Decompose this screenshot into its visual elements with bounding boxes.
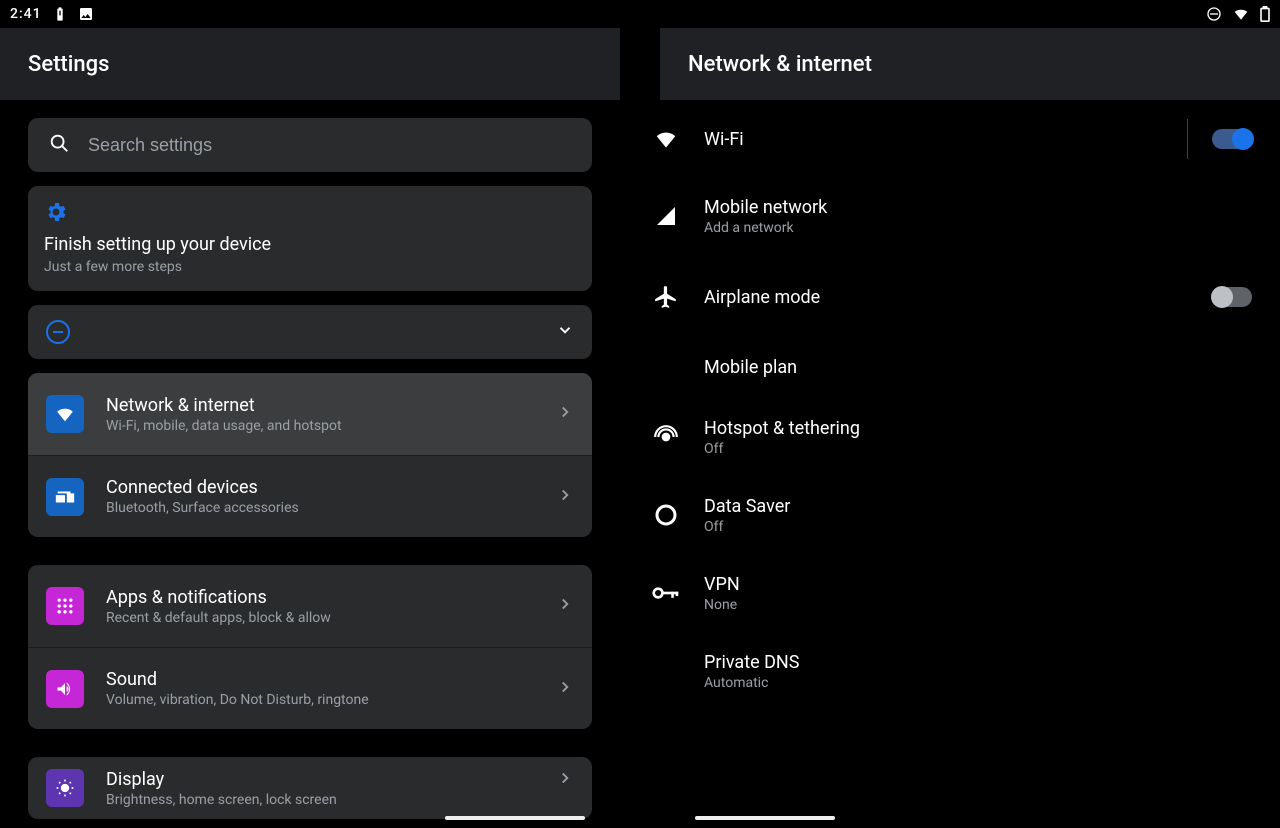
detail-subtitle: None	[704, 597, 1252, 613]
dnd-icon	[1206, 6, 1222, 22]
detail-title: Mobile plan	[704, 357, 1252, 378]
wifi-toggle[interactable]	[1212, 129, 1252, 149]
detail-subtitle: Automatic	[704, 675, 1252, 691]
airplane-toggle[interactable]	[1212, 287, 1252, 307]
airplane-icon	[638, 284, 694, 310]
row-network[interactable]: Network & internet Wi-Fi, mobile, data u…	[28, 373, 592, 455]
detail-subtitle: Add a network	[704, 220, 1252, 236]
detail-title: Airplane mode	[704, 287, 1202, 308]
search-input[interactable]	[88, 135, 572, 156]
wifi-icon	[638, 126, 694, 152]
devices-icon	[46, 478, 84, 516]
image-icon	[78, 6, 94, 22]
gesture-nav-bar[interactable]	[0, 816, 1280, 820]
search-icon	[48, 132, 70, 158]
row-sound[interactable]: Sound Volume, vibration, Do Not Disturb,…	[28, 647, 592, 729]
detail-title: Mobile network	[704, 197, 1252, 218]
brightness-icon	[46, 769, 84, 807]
row-title: Sound	[106, 669, 534, 690]
nav-pill[interactable]	[445, 816, 585, 820]
row-display[interactable]: Display Brightness, home screen, lock sc…	[28, 757, 592, 819]
detail-airplane[interactable]: Airplane mode	[632, 258, 1262, 336]
left-header: Settings	[0, 28, 620, 100]
wifi-icon	[46, 395, 84, 433]
detail-vpn[interactable]: VPN None	[632, 554, 1262, 632]
right-header: Network & internet	[660, 28, 1280, 100]
row-title: Network & internet	[106, 395, 534, 416]
row-title: Connected devices	[106, 477, 534, 498]
signal-icon	[638, 204, 694, 228]
gear-icon	[44, 209, 68, 228]
detail-mobile-network[interactable]: Mobile network Add a network	[632, 174, 1262, 258]
row-subtitle: Volume, vibration, Do Not Disturb, ringt…	[106, 692, 534, 708]
vpn-key-icon	[638, 583, 694, 603]
row-connected-devices[interactable]: Connected devices Bluetooth, Surface acc…	[28, 455, 592, 537]
suggestions-collapsed[interactable]	[28, 305, 592, 359]
detail-title: Data Saver	[704, 496, 1252, 517]
settings-group-3: Display Brightness, home screen, lock sc…	[28, 757, 592, 819]
settings-group-1: Network & internet Wi-Fi, mobile, data u…	[28, 373, 592, 537]
detail-private-dns[interactable]: Private DNS Automatic	[632, 632, 1262, 710]
chevron-right-icon	[556, 595, 574, 617]
chevron-right-icon	[556, 769, 574, 791]
volume-icon	[46, 670, 84, 708]
setup-title: Finish setting up your device	[44, 234, 576, 255]
setup-subtitle: Just a few more steps	[44, 259, 576, 275]
chevron-right-icon	[556, 678, 574, 700]
search-settings[interactable]	[28, 118, 592, 172]
right-title: Network & internet	[688, 52, 872, 77]
apps-icon	[46, 587, 84, 625]
divider	[1187, 119, 1188, 159]
left-title: Settings	[28, 52, 109, 77]
chevron-right-icon	[556, 403, 574, 425]
detail-title: VPN	[704, 574, 1252, 595]
status-bar: 2:41	[0, 0, 1280, 28]
detail-hotspot[interactable]: Hotspot & tethering Off	[632, 398, 1262, 476]
detail-wifi[interactable]: Wi-Fi	[632, 104, 1262, 174]
row-subtitle: Brightness, home screen, lock screen	[106, 792, 534, 808]
battery-empty-icon	[1260, 6, 1270, 22]
detail-title: Wi-Fi	[704, 129, 1177, 150]
row-title: Apps & notifications	[106, 587, 534, 608]
wifi-status-icon	[1232, 7, 1250, 21]
dnd-badge-icon	[46, 320, 70, 344]
clock: 2:41	[10, 6, 42, 22]
hotspot-icon	[638, 424, 694, 450]
chevron-down-icon	[556, 321, 574, 343]
battery-alert-icon	[52, 6, 68, 22]
detail-title: Hotspot & tethering	[704, 418, 1252, 439]
detail-subtitle: Off	[704, 519, 1252, 535]
row-subtitle: Recent & default apps, block & allow	[106, 610, 534, 626]
detail-datasaver[interactable]: Data Saver Off	[632, 476, 1262, 554]
row-subtitle: Bluetooth, Surface accessories	[106, 500, 534, 516]
finish-setup-card[interactable]: Finish setting up your device Just a few…	[28, 186, 592, 291]
row-subtitle: Wi-Fi, mobile, data usage, and hotspot	[106, 418, 534, 434]
detail-mobile-plan[interactable]: Mobile plan	[632, 336, 1262, 398]
datasaver-icon	[638, 503, 694, 527]
detail-title: Private DNS	[704, 652, 1252, 673]
detail-subtitle: Off	[704, 441, 1252, 457]
row-apps[interactable]: Apps & notifications Recent & default ap…	[28, 565, 592, 647]
settings-group-2: Apps & notifications Recent & default ap…	[28, 565, 592, 729]
row-title: Display	[106, 769, 534, 790]
chevron-right-icon	[556, 486, 574, 508]
nav-pill[interactable]	[695, 816, 835, 820]
